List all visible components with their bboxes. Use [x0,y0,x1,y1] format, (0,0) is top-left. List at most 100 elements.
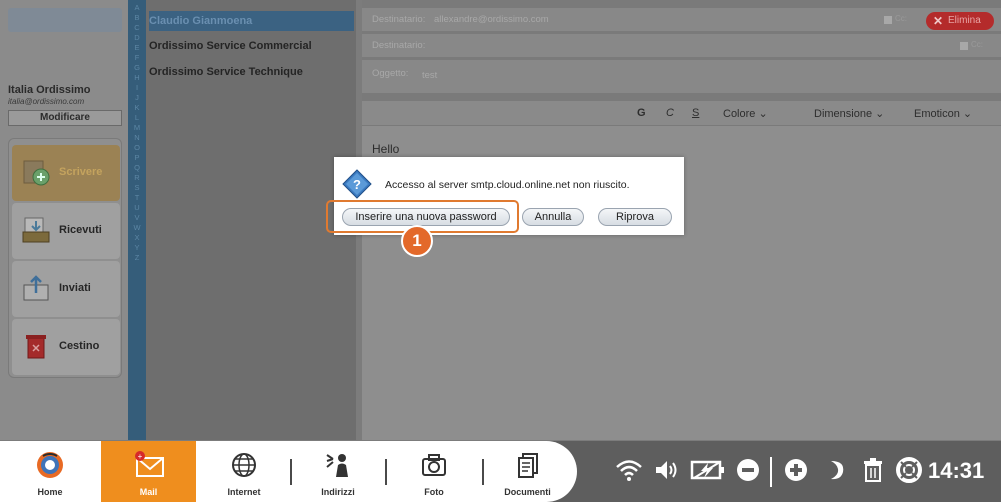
cc-label: Cc: [895,14,907,23]
recipient-label-2: Destinatario: [372,40,426,51]
retry-label: Riprova [616,211,654,223]
app-mail[interactable]: + Mail [101,441,196,502]
italic-button[interactable]: C [666,107,674,119]
home-icon [0,450,100,480]
contact-item[interactable]: Ordissimo Service Technique [149,62,354,82]
taskbar: Home + Mail Internet Indirizzi Foto Docu… [0,441,1001,502]
delete-button[interactable]: ✕ Elimina [926,12,994,30]
zoom-out-icon[interactable] [732,455,764,485]
contact-item[interactable]: Claudio Gianmoena [149,11,354,31]
cc-checkbox-2[interactable] [960,42,968,50]
app-home[interactable]: Home [0,441,100,502]
alphabet-letter[interactable]: E [128,43,146,53]
user-email: italia@ordissimo.com [8,97,85,106]
help-icon[interactable] [894,455,924,485]
folder-label: Ricevuti [59,224,102,236]
bold-button[interactable]: G [637,107,646,119]
app-label: Mail [139,487,158,497]
volume-icon[interactable] [650,455,684,485]
user-box: Italia Ordissimo italia@ordissimo.com Mo… [8,82,122,128]
folder-label: Scrivere [59,166,103,178]
recipient-field[interactable]: Destinatario: allexandre@ordissimo.com C… [362,8,1001,32]
globe-icon [200,450,288,480]
app-internet[interactable]: Internet [200,441,288,502]
alphabet-letter[interactable]: N [128,133,146,143]
dialog-message: Accesso al server smtp.cloud.online.net … [385,179,630,191]
top-left-strip [8,8,122,32]
alphabet-letter[interactable]: H [128,73,146,83]
alphabet-letter[interactable]: F [128,53,146,63]
color-dropdown[interactable]: Colore ⌄ [723,107,768,120]
separator [482,459,484,485]
wifi-icon[interactable] [612,455,646,485]
subject-field[interactable]: Oggetto: test [362,60,1001,94]
separator [385,459,387,485]
alphabet-letter[interactable]: Y [128,243,146,253]
alphabet-letter[interactable]: R [128,173,146,183]
subject-label: Oggetto: [372,68,409,79]
modify-button[interactable]: Modificare [8,110,122,126]
contact-item[interactable]: Ordissimo Service Commercial [149,36,354,56]
battery-icon[interactable] [688,455,728,485]
folder-cestino[interactable]: Cestino [12,319,120,375]
alphabet-letter[interactable]: K [128,103,146,113]
alphabet-letter[interactable]: Z [128,253,146,263]
alphabet-letter[interactable]: M [128,123,146,133]
alphabet-letter[interactable]: W [128,223,146,233]
alphabet-letter[interactable]: A [128,3,146,13]
documents-icon [485,450,570,480]
camera-icon [388,450,480,480]
trash-icon[interactable] [858,455,888,485]
night-mode-icon[interactable] [822,455,850,485]
chevron-down-icon: ⌄ [959,108,973,120]
close-icon: ✕ [933,14,944,28]
emoticon-dropdown[interactable]: Emoticon ⌄ [914,107,972,120]
mail-icon: + [101,450,196,480]
alphabet-letter[interactable]: Q [128,163,146,173]
alphabet-letter[interactable]: V [128,213,146,223]
body-text: Hello [372,142,400,156]
svg-text:?: ? [353,177,361,192]
write-mail-icon [19,155,53,189]
recipient-label: Destinatario: [372,14,426,25]
trash-icon [19,329,53,363]
app-label: Home [37,487,63,497]
alphabet-letter[interactable]: T [128,193,146,203]
app-documents[interactable]: Documenti [485,441,570,502]
app-addresses[interactable]: Indirizzi [293,441,383,502]
alphabet-letter[interactable]: J [128,93,146,103]
retry-button[interactable]: Riprova [598,208,672,226]
outbox-icon [19,271,53,305]
zoom-in-icon[interactable] [780,455,812,485]
alphabet-letter[interactable]: U [128,203,146,213]
alphabet-index: ABCDEFGHIJKLMNOPQRSTUVWXYZ [128,0,146,440]
alphabet-letter[interactable]: D [128,33,146,43]
inbox-icon [19,213,53,247]
alphabet-letter[interactable]: B [128,13,146,23]
app-photo[interactable]: Foto [388,441,480,502]
alphabet-letter[interactable]: S [128,183,146,193]
app-label: Indirizzi [321,487,355,497]
alphabet-letter[interactable]: C [128,23,146,33]
folder-inviati[interactable]: Inviati [12,261,120,317]
size-dropdown[interactable]: Dimensione ⌄ [814,107,884,120]
cancel-button[interactable]: Annulla [522,208,584,226]
contact-list: Claudio Gianmoena Ordissimo Service Comm… [146,0,356,440]
cc-checkbox[interactable] [884,16,892,24]
alphabet-letter[interactable]: I [128,83,146,93]
recipient-field-2[interactable]: Destinatario: Cc: [362,34,1001,58]
alphabet-letter[interactable]: G [128,63,146,73]
recipient-value: allexandre@ordissimo.com [434,14,549,25]
size-label: Dimensione [814,108,873,120]
alphabet-letter[interactable]: P [128,153,146,163]
alphabet-letter[interactable]: L [128,113,146,123]
cc-label-2: Cc: [971,40,983,49]
alphabet-letter[interactable]: X [128,233,146,243]
alphabet-letter[interactable]: O [128,143,146,153]
underline-button[interactable]: S [692,107,699,119]
clock: 14:31 [928,458,985,483]
folder-ricevuti[interactable]: Ricevuti [12,203,120,259]
folder-scrivere[interactable]: Scrivere [12,145,120,201]
emoticon-label: Emoticon [914,108,960,120]
app-label: Internet [227,487,261,497]
